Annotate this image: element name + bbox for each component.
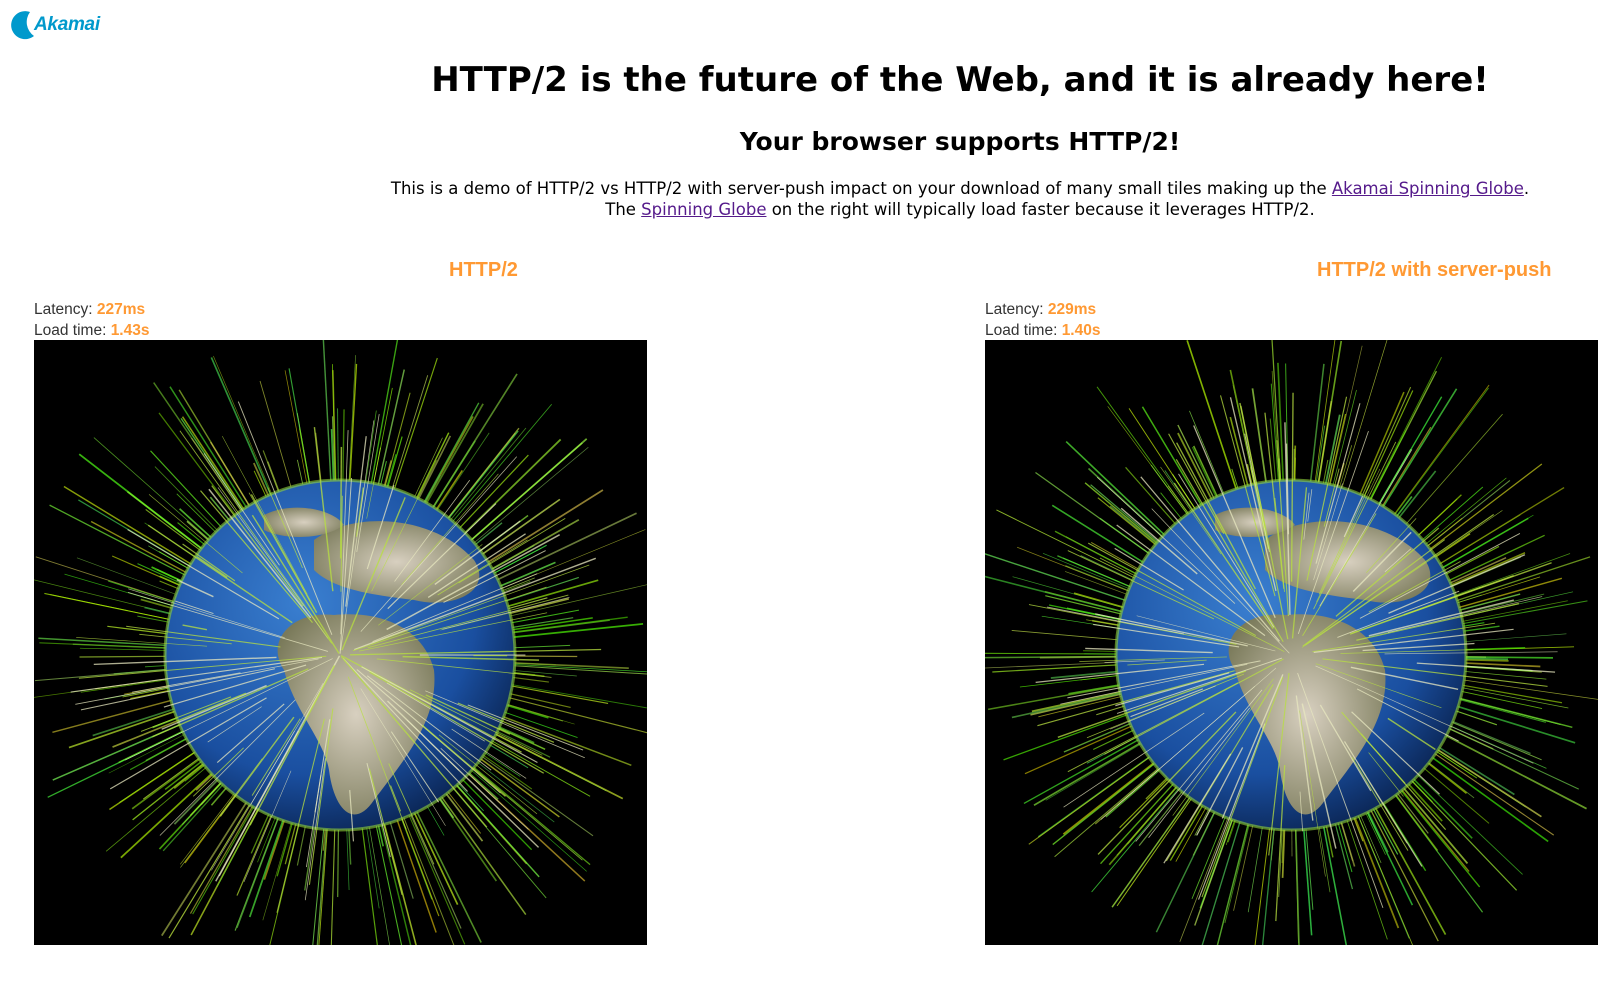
load-time-value: 1.40s <box>1061 322 1101 339</box>
load-time-value: 1.43s <box>110 322 150 339</box>
intro-line1-text: This is a demo of HTTP/2 vs HTTP/2 with … <box>390 179 1332 198</box>
latency-value: 229ms <box>1047 301 1097 318</box>
load-time-row: Load time: 1.40s <box>985 320 1100 341</box>
load-time-row: Load time: 1.43s <box>34 320 149 341</box>
load-time-label: Load time: <box>34 322 111 339</box>
page-title: HTTP/2 is the future of the Web, and it … <box>431 60 1489 100</box>
globe-image-http2 <box>34 340 647 945</box>
latency-value: 227ms <box>96 301 146 318</box>
intro-line2-text: The <box>605 200 642 219</box>
spinning-globe-link[interactable]: Spinning Globe <box>641 200 766 219</box>
load-time-label: Load time: <box>985 322 1062 339</box>
latency-row: Latency: 227ms <box>34 299 149 320</box>
stats-http2: Latency: 227ms Load time: 1.43s <box>34 299 149 341</box>
intro-line1-end: . <box>1523 179 1530 198</box>
panel-title-http2: HTTP/2 <box>449 259 518 281</box>
intro-text: This is a demo of HTTP/2 vs HTTP/2 with … <box>340 178 1580 220</box>
logo-text: Akamai <box>34 14 100 35</box>
latency-label: Latency: <box>34 301 97 318</box>
support-status: Your browser supports HTTP/2! <box>739 127 1181 156</box>
stats-server-push: Latency: 229ms Load time: 1.40s <box>985 299 1100 341</box>
globe-image-server-push <box>985 340 1598 945</box>
panel-title-server-push: HTTP/2 with server-push <box>1317 259 1552 281</box>
latency-row: Latency: 229ms <box>985 299 1100 320</box>
intro-line2-end: on the right will typically load faster … <box>766 200 1315 219</box>
akamai-spinning-globe-link[interactable]: Akamai Spinning Globe <box>1332 179 1524 198</box>
akamai-logo[interactable]: Akamai <box>8 8 108 42</box>
latency-label: Latency: <box>985 301 1048 318</box>
